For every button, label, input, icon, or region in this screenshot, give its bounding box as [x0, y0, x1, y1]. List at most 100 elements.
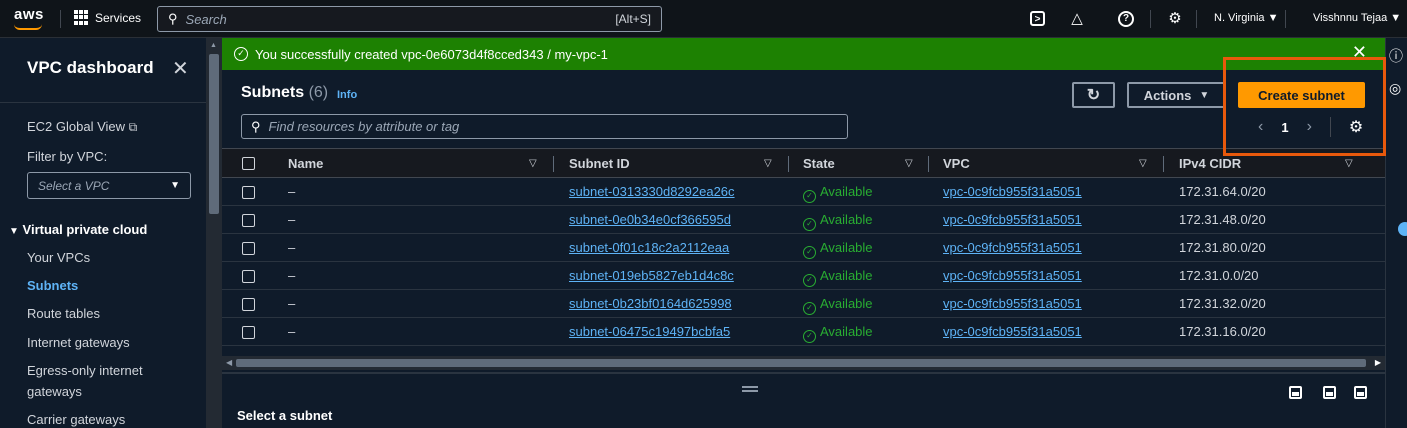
row-checkbox[interactable]	[242, 326, 255, 339]
chat-bubble-icon[interactable]	[1398, 222, 1407, 236]
cell-vpc-link[interactable]: vpc-0c9fcb955f31a5051	[943, 212, 1082, 227]
global-search-input[interactable]: ⚲ Search [Alt+S]	[157, 6, 662, 32]
row-checkbox[interactable]	[242, 270, 255, 283]
sidebar-item-carrier-gateways[interactable]: Carrier gateways	[27, 412, 125, 427]
state-label: Available	[820, 268, 873, 283]
notifications-icon[interactable]: ◎	[1389, 80, 1401, 97]
status-available-icon: ✓	[803, 330, 816, 343]
sidebar-divider	[0, 102, 206, 103]
cell-vpc-link[interactable]: vpc-0c9fcb955f31a5051	[943, 296, 1082, 311]
top-navigation: aws Services ⚲ Search [Alt+S] > △ ? ⚙ N.…	[0, 0, 1407, 38]
split-side-view-icon[interactable]	[1323, 386, 1336, 399]
table-header: Name ▽ Subnet ID ▽ State ▽ VPC ▽ IPv4 CI…	[222, 148, 1385, 178]
cell-name: –	[288, 184, 296, 199]
scroll-up-icon[interactable]: ▲	[210, 42, 217, 49]
cell-subnet-id-link[interactable]: subnet-019eb5827eb1d4c8c	[569, 268, 734, 283]
sidebar-scroll-thumb[interactable]	[209, 54, 219, 214]
row-checkbox[interactable]	[242, 242, 255, 255]
gear-icon[interactable]: ⚙	[1166, 10, 1184, 28]
table-row[interactable]: – subnet-06475c19497bcbfa5 ✓ Available vp…	[222, 318, 1385, 346]
status-available-icon: ✓	[803, 246, 816, 259]
column-header-name[interactable]: Name	[288, 156, 323, 171]
region-selector[interactable]: N. Virginia ▼	[1214, 12, 1279, 24]
sort-caret-icon[interactable]: ▽	[529, 158, 537, 169]
table-row[interactable]: – subnet-0e0b34e0cf366595d ✓ Available vp…	[222, 206, 1385, 234]
resource-filter-input[interactable]: ⚲ Find resources by attribute or tag	[241, 114, 848, 139]
bell-icon[interactable]: △	[1068, 10, 1086, 28]
table-row[interactable]: – subnet-0b23bf0164d625998 ✓ Available vp…	[222, 290, 1385, 318]
aws-logo[interactable]: aws	[14, 6, 44, 23]
column-header-state[interactable]: State	[803, 156, 835, 171]
cell-name: –	[288, 240, 296, 255]
sort-caret-icon[interactable]: ▽	[764, 158, 772, 169]
sidebar-title[interactable]: VPC dashboard	[27, 58, 154, 78]
sidebar-item-egress-only-internet-gateways-line2[interactable]: gateways	[27, 384, 82, 399]
cell-ipv4-cidr: 172.31.80.0/20	[1179, 240, 1266, 255]
sort-caret-icon[interactable]: ▽	[1139, 158, 1147, 169]
scroll-left-icon[interactable]: ◀	[226, 358, 232, 367]
vpc-filter-placeholder: Select a VPC	[38, 178, 110, 193]
sort-caret-icon[interactable]: ▽	[1345, 158, 1353, 169]
cell-state: ✓ Available	[803, 324, 873, 343]
close-icon[interactable]: ✕	[172, 56, 189, 81]
cloudshell-icon[interactable]: >	[1030, 11, 1045, 26]
info-link[interactable]: Info	[337, 89, 357, 101]
split-panel-title: Select a subnet	[237, 408, 333, 423]
table-row[interactable]: – subnet-0313330d8292ea26c ✓ Available vp…	[222, 178, 1385, 206]
sidebar-item-your-vpcs[interactable]: Your VPCs	[27, 250, 90, 265]
column-header-vpc[interactable]: VPC	[943, 156, 970, 171]
column-divider[interactable]	[928, 156, 929, 172]
cell-subnet-id-link[interactable]: subnet-06475c19497bcbfa5	[569, 324, 730, 339]
split-bottom-view-icon[interactable]	[1289, 386, 1302, 399]
cell-subnet-id-link[interactable]: subnet-0b23bf0164d625998	[569, 296, 732, 311]
cell-subnet-id-link[interactable]: subnet-0f01c18c2a2112eaa	[569, 240, 729, 255]
ec2-global-view-label: EC2 Global View	[27, 119, 126, 134]
state-label: Available	[820, 184, 873, 199]
account-menu[interactable]: Visshnnu Tejaa ▼	[1313, 12, 1401, 24]
table-horizontal-scrollbar[interactable]: ◀ ▶	[222, 356, 1385, 370]
status-available-icon: ✓	[803, 274, 816, 287]
cell-subnet-id-link[interactable]: subnet-0e0b34e0cf366595d	[569, 212, 731, 227]
services-menu[interactable]: Services	[74, 10, 141, 25]
refresh-button[interactable]: ↻	[1072, 82, 1115, 108]
cell-state: ✓ Available	[803, 212, 873, 231]
column-header-ipv4-cidr[interactable]: IPv4 CIDR	[1179, 156, 1241, 171]
table-row[interactable]: – subnet-019eb5827eb1d4c8c ✓ Available vp…	[222, 262, 1385, 290]
cell-vpc-link[interactable]: vpc-0c9fcb955f31a5051	[943, 268, 1082, 283]
caret-down-icon: ▼	[1199, 89, 1210, 101]
sidebar-item-ec2-global-view[interactable]: EC2 Global View ⧉	[27, 119, 137, 135]
row-checkbox[interactable]	[242, 214, 255, 227]
row-checkbox[interactable]	[242, 298, 255, 311]
filter-by-vpc-label: Filter by VPC:	[27, 149, 108, 164]
scroll-right-icon[interactable]: ▶	[1375, 358, 1381, 367]
cell-ipv4-cidr: 172.31.48.0/20	[1179, 212, 1266, 227]
select-all-checkbox[interactable]	[242, 157, 255, 170]
split-full-view-icon[interactable]	[1354, 386, 1367, 399]
column-divider[interactable]	[1163, 156, 1164, 172]
cell-vpc-link[interactable]: vpc-0c9fcb955f31a5051	[943, 324, 1082, 339]
sort-caret-icon[interactable]: ▽	[905, 158, 913, 169]
state-label: Available	[820, 324, 873, 339]
table-row[interactable]: – subnet-0f01c18c2a2112eaa ✓ Available vp…	[222, 234, 1385, 262]
column-divider[interactable]	[788, 156, 789, 172]
sidebar-section-virtual-private-cloud[interactable]: ▼ Virtual private cloud	[9, 222, 147, 237]
column-divider[interactable]	[553, 156, 554, 172]
sidebar-item-subnets[interactable]: Subnets	[27, 278, 78, 293]
cell-subnet-id-link[interactable]: subnet-0313330d8292ea26c	[569, 184, 735, 199]
help-icon[interactable]: ?	[1118, 11, 1134, 27]
resize-handle-icon[interactable]	[742, 386, 758, 392]
column-header-subnet-id[interactable]: Subnet ID	[569, 156, 630, 171]
sidebar-scrollbar[interactable]: ▲	[206, 38, 222, 428]
sidebar-item-egress-only-internet-gateways[interactable]: Egress-only internet	[27, 363, 143, 378]
grid-icon	[74, 10, 89, 25]
cell-ipv4-cidr: 172.31.32.0/20	[1179, 296, 1266, 311]
actions-button[interactable]: Actions ▼	[1127, 82, 1226, 108]
row-checkbox[interactable]	[242, 186, 255, 199]
cell-vpc-link[interactable]: vpc-0c9fcb955f31a5051	[943, 240, 1082, 255]
vpc-filter-select[interactable]: Select a VPC ▼	[27, 172, 191, 199]
sidebar-item-route-tables[interactable]: Route tables	[27, 306, 100, 321]
table-scroll-thumb[interactable]	[236, 359, 1366, 367]
info-icon[interactable]: ⓘ	[1389, 46, 1403, 66]
sidebar-item-internet-gateways[interactable]: Internet gateways	[27, 335, 130, 350]
cell-vpc-link[interactable]: vpc-0c9fcb955f31a5051	[943, 184, 1082, 199]
